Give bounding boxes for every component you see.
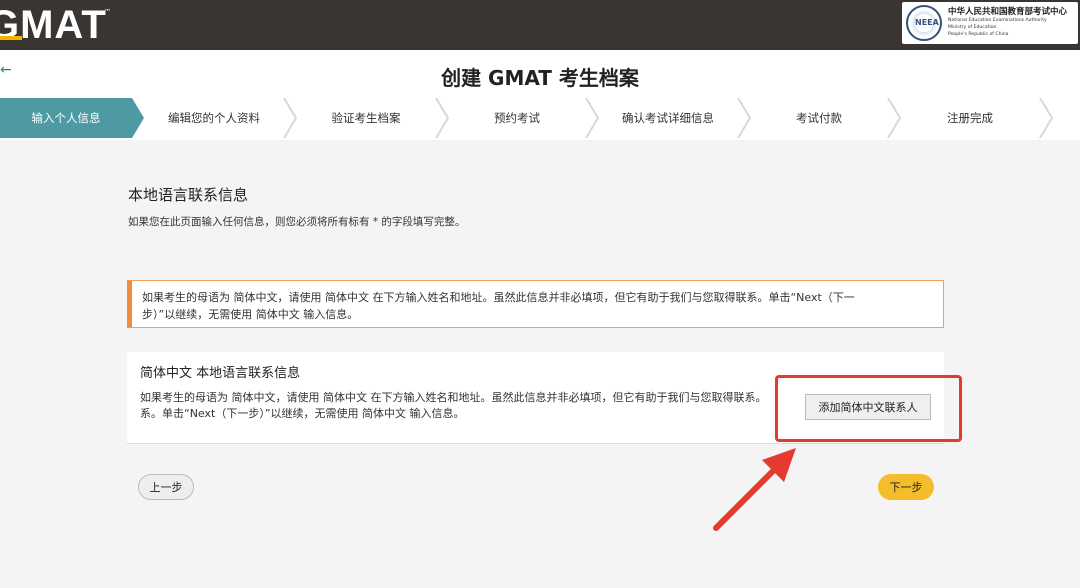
next-step-button[interactable]: 下一步: [878, 474, 934, 500]
logo-text: GMAT: [0, 3, 107, 47]
card-body-line-2: 系。单击“Next（下一步）”以继续，无需使用 简体中文 输入信息。: [140, 407, 465, 420]
page-title: 创建 GMAT 考生档案: [441, 66, 639, 90]
step-4[interactable]: 预约考试: [448, 98, 586, 138]
step-divider-4: [737, 98, 752, 138]
card-title: 简体中文 本地语言联系信息: [140, 366, 301, 381]
alert-line-1: 如果考生的母语为 简体中文，请使用 简体中文 在下方输入姓名和地址。虽然此信息并…: [142, 291, 855, 304]
neea-name-en-2: Ministry of Education: [948, 25, 997, 30]
neea-name-cn: 中华人民共和国教育部考试中心: [948, 7, 1068, 17]
trademark-mark: ™: [104, 8, 111, 16]
neea-logo: NEEA 中华人民共和国教育部考试中心 National Education E…: [902, 2, 1078, 44]
logo-accent-bar: [0, 36, 22, 40]
neea-name-en-3: People's Republic of China: [948, 32, 1009, 37]
card-body: 如果考生的母语为 简体中文，请使用 简体中文 在下方输入姓名和地址。虽然此信息并…: [140, 390, 790, 422]
card-body-line-1: 如果考生的母语为 简体中文，请使用 简体中文 在下方输入姓名和地址。虽然此信息并…: [140, 391, 767, 404]
step-5[interactable]: 确认考试详细信息: [598, 98, 738, 138]
section-title: 本地语言联系信息: [128, 186, 249, 204]
neea-seal-icon: NEEA: [906, 5, 942, 41]
step-divider-1: [283, 98, 298, 138]
annotation-arrow-icon: [713, 448, 796, 531]
info-alert: 如果考生的母语为 简体中文，请使用 简体中文 在下方输入姓名和地址。虽然此信息并…: [127, 280, 944, 328]
step-divider-6: [1039, 98, 1054, 138]
step-divider-2: [435, 98, 450, 138]
step-divider-3: [585, 98, 600, 138]
alert-line-2: 步）”以继续，无需使用 简体中文 输入信息。: [142, 308, 359, 321]
step-3[interactable]: 验证考生档案: [296, 98, 436, 138]
step-divider-5: [887, 98, 902, 138]
section-note: 如果您在此页面输入任何信息，则您必须将所有标有 * 的字段填写完整。: [128, 216, 466, 228]
step-1[interactable]: 输入个人信息: [0, 98, 132, 138]
neea-name-en-1: National Education Examinations Authorit…: [948, 18, 1047, 23]
previous-step-button[interactable]: 上一步: [138, 474, 194, 500]
step-6[interactable]: 考试付款: [750, 98, 888, 138]
top-bar: GMAT ™ NEEA 中华人民共和国教育部考试中心 National Educ…: [0, 0, 1080, 50]
annotation-highlight-box: [775, 375, 962, 442]
step-7[interactable]: 注册完成: [900, 98, 1040, 138]
step-2[interactable]: 编辑您的个人资料: [144, 98, 284, 138]
step-progress-bar: 输入个人信息 编辑您的个人资料 验证考生档案 预约考试 确认考试详细信息 考试付…: [0, 98, 1080, 138]
